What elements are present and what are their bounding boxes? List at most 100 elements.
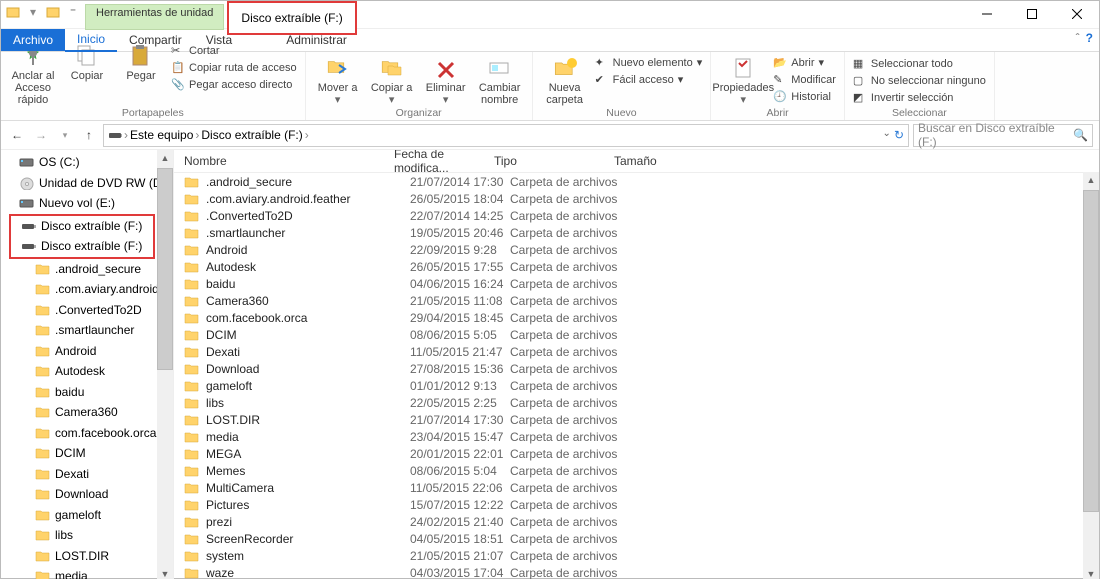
scroll-down-icon[interactable]: ▼ [1083,566,1099,579]
tree-item[interactable]: OS (C:) [1,152,173,173]
column-header-size[interactable]: Tamaño [614,154,694,168]
refresh-icon[interactable]: ↻ [894,128,904,142]
copy-path-button[interactable]: 📋Copiar ruta de acceso [171,60,297,76]
tree-item[interactable]: libs [1,525,173,546]
file-row[interactable]: Download27/08/2015 15:36Carpeta de archi… [174,360,1099,377]
file-row[interactable]: .smartlauncher19/05/2015 20:46Carpeta de… [174,224,1099,241]
breadcrumb-item[interactable]: Disco extraíble (F:) [201,128,302,142]
file-row[interactable]: baidu04/06/2015 16:24Carpeta de archivos [174,275,1099,292]
rename-button[interactable]: Cambiar nombre [476,55,524,106]
tree-item[interactable]: DCIM [1,443,173,464]
qat-more-icon[interactable]: ⁼ [65,4,81,20]
tree-item[interactable]: Unidad de DVD RW (D:) e [1,173,173,194]
file-row[interactable]: .android_secure21/07/2014 17:30Carpeta d… [174,173,1099,190]
tree-item[interactable]: Camera360 [1,402,173,423]
tab-view[interactable]: Vista [194,29,244,51]
file-row[interactable]: Android22/09/2015 9:28Carpeta de archivo… [174,241,1099,258]
file-row[interactable]: .ConvertedTo2D22/07/2014 14:25Carpeta de… [174,207,1099,224]
minimize-button[interactable] [964,1,1009,26]
history-button[interactable]: 🕘Historial [773,89,836,105]
qat-item-icon[interactable]: ▾ [25,4,41,20]
nav-back-button[interactable]: ← [7,125,27,145]
scroll-up-icon[interactable]: ▲ [1083,172,1099,188]
easy-access-button[interactable]: ✔Fácil acceso ▾ [595,72,703,88]
file-row[interactable]: MEGA20/01/2015 22:01Carpeta de archivos [174,445,1099,462]
tree-item[interactable]: baidu [1,382,173,403]
scroll-down-icon[interactable]: ▼ [157,566,173,579]
close-button[interactable] [1054,1,1099,26]
file-row[interactable]: Dexati11/05/2015 21:47Carpeta de archivo… [174,343,1099,360]
breadcrumb-dropdown-icon[interactable]: ⌄ [883,128,891,142]
search-input[interactable]: Buscar en Disco extraíble (F:) 🔍 [913,124,1093,147]
help-icon[interactable]: ? [1086,31,1093,45]
tree-item[interactable]: media [1,566,173,579]
chevron-right-icon[interactable]: › [195,128,199,142]
tree-item[interactable]: Download [1,484,173,505]
scroll-thumb[interactable] [1083,190,1099,512]
nav-forward-button[interactable]: → [31,125,51,145]
file-row[interactable]: MultiCamera11/05/2015 22:06Carpeta de ar… [174,479,1099,496]
contextual-tab-drive-tools[interactable]: Herramientas de unidad [85,4,224,30]
list-scrollbar[interactable]: ▲ ▼ [1083,172,1099,579]
tree-item[interactable]: Android [1,341,173,362]
tab-file[interactable]: Archivo [1,29,65,51]
invert-selection-button[interactable]: ◩Invertir selección [853,90,986,106]
tree-item[interactable]: Nuevo vol (E:) [1,193,173,214]
tree-item[interactable]: Disco extraíble (F:) [11,236,153,257]
tab-manage[interactable]: Administrar [274,29,359,51]
file-row[interactable]: Camera36021/05/2015 11:08Carpeta de arch… [174,292,1099,309]
tree-item[interactable]: Dexati [1,464,173,485]
file-row[interactable]: ScreenRecorder04/05/2015 18:51Carpeta de… [174,530,1099,547]
move-to-button[interactable]: Mover a▾ [314,55,362,106]
breadcrumb-bar[interactable]: › Este equipo › Disco extraíble (F:) › ⌄… [103,124,909,147]
nav-recent-button[interactable]: ▾ [55,125,75,145]
tree-item[interactable]: Autodesk [1,361,173,382]
breadcrumb-item[interactable]: Este equipo [130,128,193,142]
paste-shortcut-button[interactable]: 📎Pegar acceso directo [171,77,297,93]
tree-scrollbar[interactable]: ▲ ▼ [157,150,173,579]
tree-item[interactable]: gameloft [1,505,173,526]
file-row[interactable]: LOST.DIR21/07/2014 17:30Carpeta de archi… [174,411,1099,428]
search-icon[interactable]: 🔍 [1073,128,1088,142]
modify-button[interactable]: ✎Modificar [773,72,836,88]
qat-folder-icon[interactable] [45,4,61,20]
select-none-button[interactable]: ▢No seleccionar ninguno [853,73,986,89]
tree-item[interactable]: Disco extraíble (F:) [11,216,153,237]
file-row[interactable]: Autodesk26/05/2015 17:55Carpeta de archi… [174,258,1099,275]
file-row[interactable]: Memes08/06/2015 5:04Carpeta de archivos [174,462,1099,479]
chevron-right-icon[interactable]: › [305,128,309,142]
maximize-button[interactable] [1009,1,1054,26]
pin-button[interactable]: Anclar al Acceso rápido [9,43,57,106]
file-row[interactable]: Pictures15/07/2015 12:22Carpeta de archi… [174,496,1099,513]
tree-item[interactable]: .smartlauncher [1,320,173,341]
file-row[interactable]: com.facebook.orca29/04/2015 18:45Carpeta… [174,309,1099,326]
scroll-up-icon[interactable]: ▲ [157,150,173,166]
properties-button[interactable]: Propiedades▾ [719,55,767,106]
tree-item[interactable]: .com.aviary.android.feath [1,279,173,300]
file-row[interactable]: waze04/03/2015 17:04Carpeta de archivos [174,564,1099,579]
nav-up-button[interactable]: ↑ [79,125,99,145]
column-header-name[interactable]: Nombre [184,154,394,168]
column-header-date[interactable]: Fecha de modifica... [394,150,494,175]
file-row[interactable]: gameloft01/01/2012 9:13Carpeta de archiv… [174,377,1099,394]
file-row[interactable]: media23/04/2015 15:47Carpeta de archivos [174,428,1099,445]
tree-item[interactable]: com.facebook.orca [1,423,173,444]
tree-item[interactable]: .android_secure [1,259,173,280]
new-folder-button[interactable]: Nueva carpeta [541,55,589,106]
select-all-button[interactable]: ▦Seleccionar todo [853,56,986,72]
file-row[interactable]: .com.aviary.android.feather26/05/2015 18… [174,190,1099,207]
open-button[interactable]: 📂Abrir ▾ [773,55,836,71]
scroll-thumb[interactable] [157,168,173,370]
chevron-right-icon[interactable]: › [124,128,128,142]
file-row[interactable]: DCIM08/06/2015 5:05Carpeta de archivos [174,326,1099,343]
tree-item[interactable]: LOST.DIR [1,546,173,567]
new-item-button[interactable]: ✦Nuevo elemento ▾ [595,55,703,71]
tree-item[interactable]: .ConvertedTo2D [1,300,173,321]
file-row[interactable]: system21/05/2015 21:07Carpeta de archivo… [174,547,1099,564]
tab-home[interactable]: Inicio [65,28,117,52]
delete-button[interactable]: Eliminar▾ [422,55,470,106]
ribbon-collapse-icon[interactable]: ˆ [1076,31,1080,45]
column-header-type[interactable]: Tipo [494,154,614,168]
file-row[interactable]: prezi24/02/2015 21:40Carpeta de archivos [174,513,1099,530]
tab-share[interactable]: Compartir [117,29,194,51]
